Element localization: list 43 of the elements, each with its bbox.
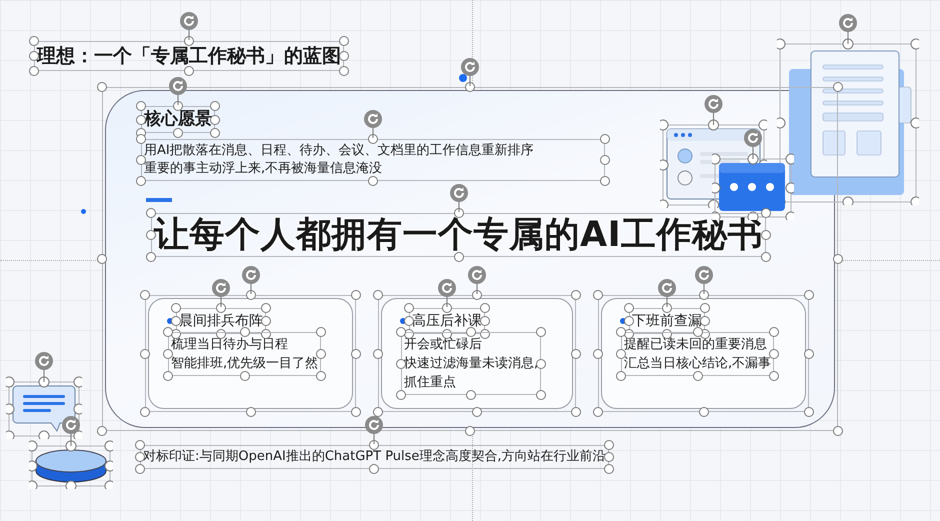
accent-bar — [146, 198, 172, 202]
bullet-dot — [400, 318, 406, 324]
resize-handle[interactable] — [369, 464, 380, 474]
bullet-dot — [167, 318, 173, 324]
bullet-dot — [620, 318, 626, 324]
scenario-text: 抓住重点 — [404, 374, 457, 392]
resize-handle[interactable] — [833, 254, 843, 264]
scenario-text: 智能排班,优先级一目了然 — [171, 355, 318, 373]
resize-handle[interactable] — [97, 82, 107, 92]
resize-handle[interactable] — [604, 440, 614, 450]
rotate-handle-icon[interactable] — [365, 416, 384, 444]
resize-handle[interactable] — [833, 426, 843, 436]
scenario-text: 提醒已读未回的重要消息 — [624, 336, 768, 354]
rotate-handle-icon[interactable] — [364, 110, 382, 138]
headline: 让每个人都拥有一个专属的AI工作秘书 — [154, 216, 764, 254]
accent-dot — [81, 209, 86, 214]
rotate-handle-icon[interactable] — [658, 279, 676, 307]
accent-dot — [459, 74, 467, 82]
rotate-handle-icon[interactable] — [694, 266, 712, 294]
rotate-handle-icon[interactable] — [468, 266, 486, 294]
resize-handle[interactable] — [369, 440, 380, 450]
rotate-handle-icon[interactable] — [212, 279, 230, 307]
slide-title: 理想：一个「专属工作秘书」的蓝图 — [37, 44, 341, 68]
resize-handle[interactable] — [184, 36, 194, 46]
scenario-title: 晨间排兵布阵 — [179, 312, 263, 331]
resize-handle[interactable] — [465, 82, 475, 92]
resize-handle[interactable] — [97, 426, 107, 436]
scenario-text: 汇总当日核心结论,不漏事 — [624, 355, 772, 373]
resize-handle[interactable] — [604, 464, 614, 474]
resize-handle[interactable] — [604, 452, 614, 462]
vision-text: 重要的事主动浮上来,不再被海量信息淹没 — [144, 160, 384, 178]
rotate-handle-icon[interactable] — [169, 77, 187, 105]
vision-text: 用AI把散落在消息、日程、待办、会议、文档里的工作信息重新排序 — [144, 142, 535, 160]
rotate-handle-icon[interactable] — [242, 266, 260, 294]
scenario-title: 高压后补课 — [412, 312, 482, 331]
resize-handle[interactable] — [184, 66, 194, 76]
rotate-handle-icon[interactable] — [450, 184, 468, 212]
resize-handle[interactable] — [97, 254, 107, 264]
resize-handle[interactable] — [761, 230, 772, 240]
section-heading: 核心愿景 — [144, 109, 212, 130]
footnote: 对标印证:与同期OpenAI推出的ChatGPT Pulse理念高度契合,方向站在行业前沿 — [143, 448, 606, 466]
rotate-handle-icon[interactable] — [180, 12, 198, 40]
rotate-handle-icon[interactable] — [438, 279, 456, 307]
